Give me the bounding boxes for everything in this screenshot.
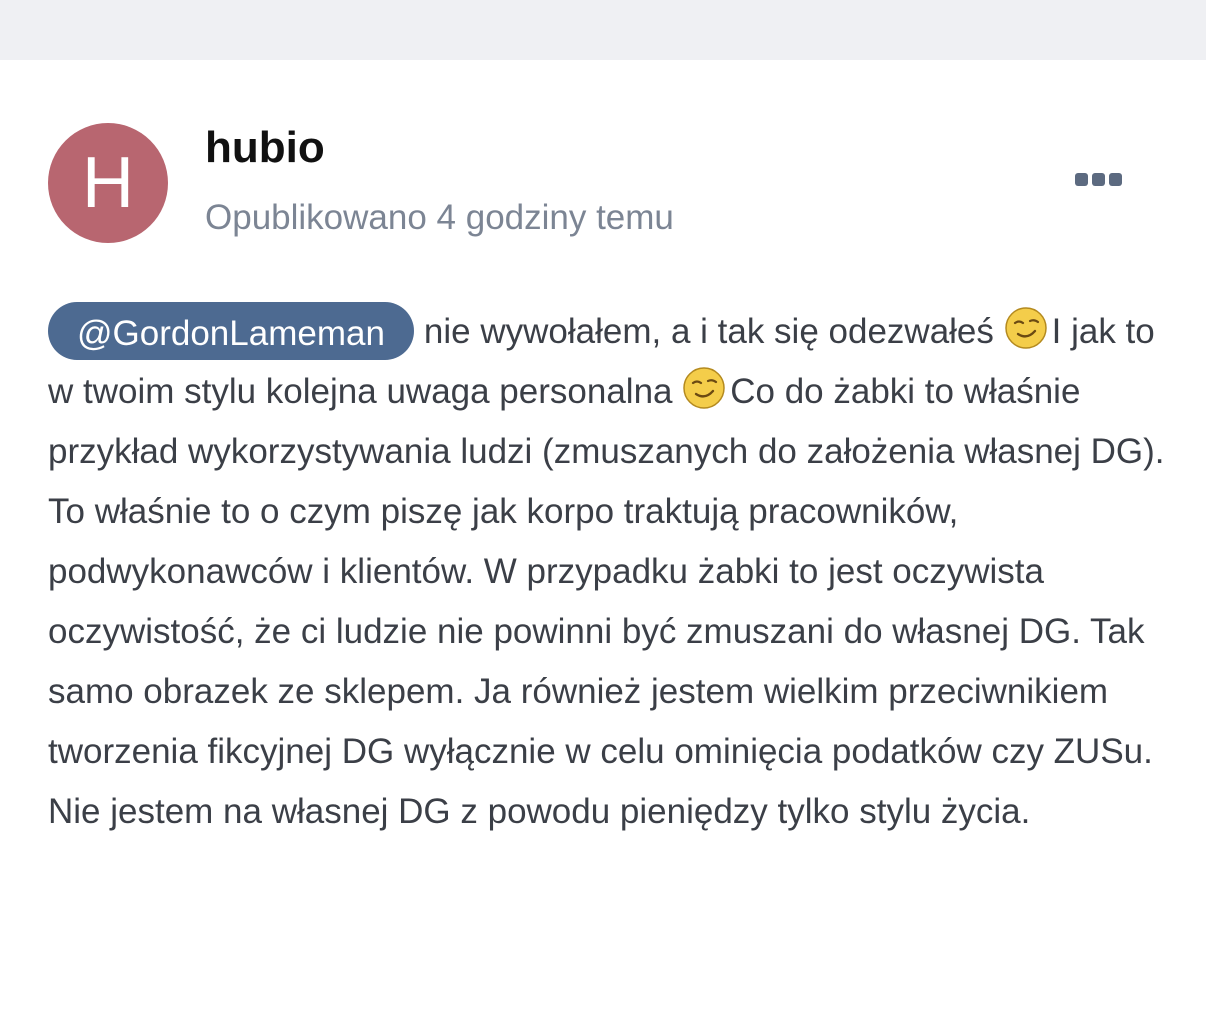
smirk-emoji-icon	[1004, 307, 1047, 349]
ellipsis-icon	[1091, 172, 1105, 186]
ellipsis-icon	[1074, 172, 1088, 186]
top-strip	[0, 0, 1206, 60]
post-timestamp: Opublikowano 4 godziny temu	[205, 198, 674, 237]
more-options-button[interactable]	[1068, 164, 1128, 194]
ellipsis-icon	[1108, 172, 1122, 186]
smirk-emoji-icon	[683, 367, 725, 409]
post-text-3: Co do żabki to właśnie przykład wykorzys…	[48, 372, 1165, 831]
user-mention[interactable]: @GordonLameman	[48, 302, 414, 360]
author-name[interactable]: hubio	[205, 122, 325, 174]
avatar-initial: H	[82, 143, 134, 223]
post-text-1: nie wywołałem, a i tak się odezwałeś	[423, 312, 994, 351]
post-body: @GordonLameman nie wywołałem, a i tak się…	[48, 302, 1168, 842]
avatar[interactable]: H	[48, 123, 168, 243]
post-card: H hubio Opublikowano 4 godziny temu @Gor…	[0, 60, 1206, 1023]
